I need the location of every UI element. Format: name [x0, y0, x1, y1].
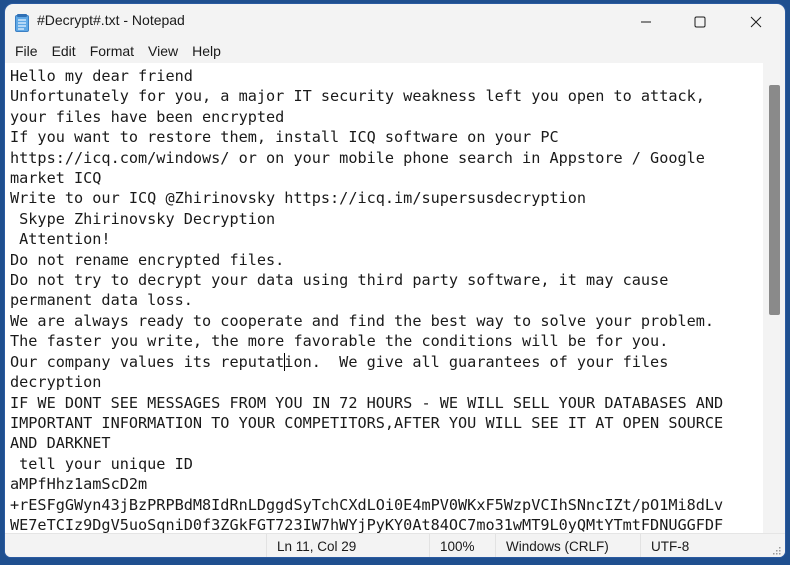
window-title: #Decrypt#.txt - Notepad	[37, 12, 185, 28]
status-bar: Ln 11, Col 29 100% Windows (CRLF) UTF-8	[5, 533, 785, 557]
resize-grip-icon[interactable]	[771, 545, 781, 555]
menu-format[interactable]: Format	[84, 43, 140, 59]
zoom-level: 100%	[429, 534, 495, 557]
line-ending: Windows (CRLF)	[495, 534, 640, 557]
scrollbar-thumb[interactable]	[769, 85, 780, 315]
text-caret	[284, 353, 285, 371]
close-icon	[750, 16, 762, 28]
menu-file[interactable]: File	[9, 43, 44, 59]
notepad-window: #Decrypt#.txt - Notepad File Edit Format…	[5, 4, 785, 557]
menu-edit[interactable]: Edit	[46, 43, 82, 59]
minimize-button[interactable]	[623, 4, 669, 40]
vertical-scrollbar[interactable]	[764, 63, 785, 533]
close-button[interactable]	[733, 4, 779, 40]
menu-bar: File Edit Format View Help	[5, 40, 785, 62]
document-text[interactable]: Hello my dear friend Unfortunately for y…	[5, 63, 763, 533]
notepad-icon	[15, 14, 29, 32]
minimize-icon	[641, 21, 651, 23]
maximize-icon	[694, 16, 706, 28]
title-bar[interactable]: #Decrypt#.txt - Notepad	[5, 4, 785, 40]
text-editor[interactable]: Hello my dear friend Unfortunately for y…	[5, 63, 763, 533]
cursor-position: Ln 11, Col 29	[266, 534, 429, 557]
menu-view[interactable]: View	[142, 43, 184, 59]
maximize-button[interactable]	[677, 4, 723, 40]
encoding: UTF-8	[640, 534, 760, 557]
menu-help[interactable]: Help	[186, 43, 227, 59]
